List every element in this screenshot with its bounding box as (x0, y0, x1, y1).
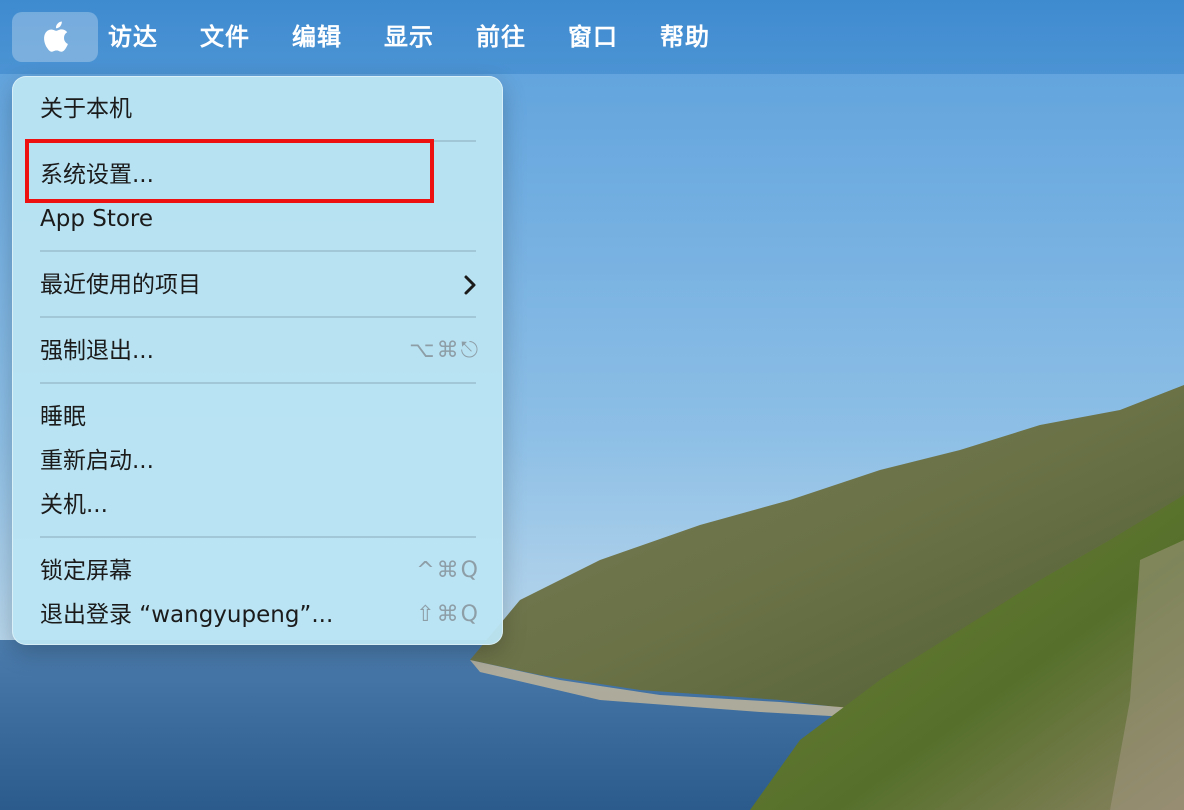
menu-item-label: 睡眠 (40, 404, 86, 430)
menubar-item-window[interactable]: 窗口 (568, 18, 618, 56)
menu-item-label: 重新启动... (40, 448, 154, 474)
menu-item-label: 关于本机 (40, 96, 132, 122)
menu-item-label: 强制退出... (40, 338, 154, 364)
shortcut-label: ⌥⌘⎋ (409, 338, 480, 363)
menu-item-restart[interactable]: 重新启动... (40, 441, 480, 481)
menubar-item-help[interactable]: 帮助 (660, 18, 710, 56)
shortcut-label: ^⌘Q (416, 558, 480, 583)
menu-separator (40, 536, 476, 538)
menu-item-label: App Store (40, 206, 154, 232)
menu-item-logout[interactable]: 退出登录 “wangyupeng”... ⇧⌘Q (40, 595, 480, 635)
menubar-item-file[interactable]: 文件 (200, 18, 250, 56)
highlight-annotation (25, 139, 434, 203)
shortcut-label: ⇧⌘Q (416, 602, 480, 627)
apple-menu-button[interactable] (12, 12, 98, 62)
menu-separator (40, 382, 476, 384)
menu-item-sleep[interactable]: 睡眠 (40, 397, 480, 437)
menu-item-about[interactable]: 关于本机 (40, 89, 480, 129)
apple-logo-icon (44, 21, 68, 52)
chevron-right-icon (464, 275, 476, 295)
apple-menu: 关于本机 系统设置... App Store 最近使用的项目 强制退出... ⌥… (12, 76, 503, 645)
menu-bar: 访达 文件 编辑 显示 前往 窗口 帮助 (0, 0, 1184, 74)
menubar-item-finder[interactable]: 访达 (108, 18, 158, 56)
menu-item-label: 锁定屏幕 (40, 558, 132, 584)
menubar-item-go[interactable]: 前往 (476, 18, 526, 56)
menu-item-lock-screen[interactable]: 锁定屏幕 ^⌘Q (40, 551, 480, 591)
menu-item-shutdown[interactable]: 关机... (40, 485, 480, 525)
menu-separator (40, 250, 476, 252)
menubar-item-edit[interactable]: 编辑 (292, 18, 342, 56)
menu-item-label: 最近使用的项目 (40, 272, 201, 298)
menu-item-force-quit[interactable]: 强制退出... ⌥⌘⎋ (40, 331, 480, 371)
menubar-item-view[interactable]: 显示 (384, 18, 434, 56)
menu-item-app-store[interactable]: App Store (40, 199, 480, 239)
menu-item-recent-items[interactable]: 最近使用的项目 (40, 265, 480, 305)
menu-separator (40, 316, 476, 318)
menu-item-label: 关机... (40, 492, 108, 518)
menu-item-label: 退出登录 “wangyupeng”... (40, 602, 334, 628)
